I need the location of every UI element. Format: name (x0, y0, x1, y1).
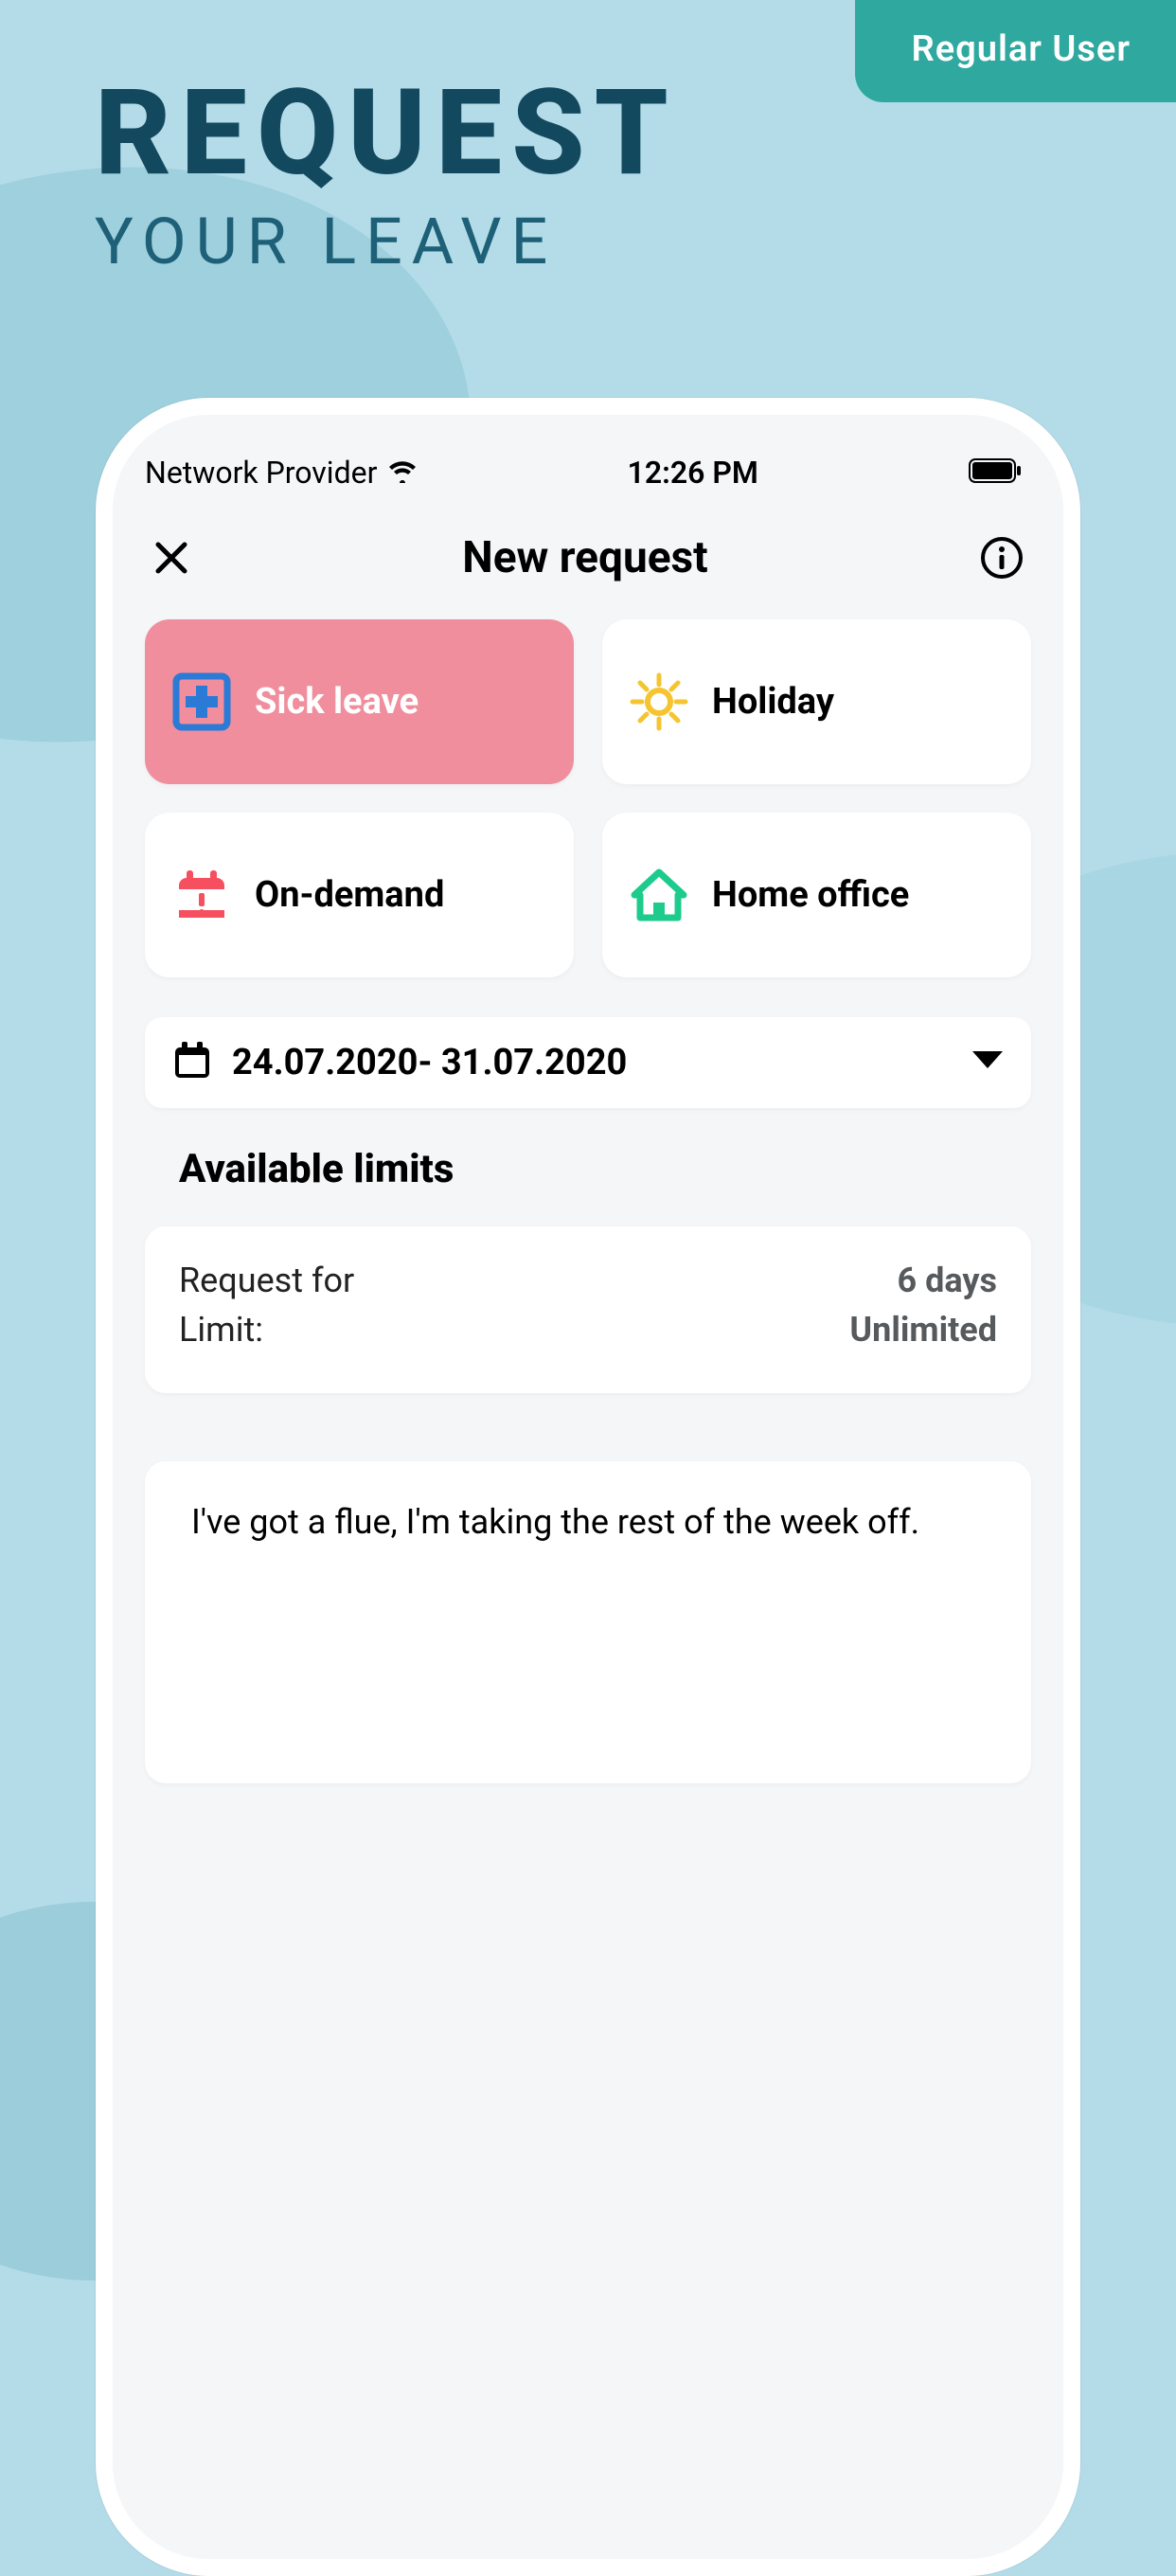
leave-type-holiday[interactable]: Holiday (602, 619, 1031, 784)
info-icon[interactable] (980, 536, 1024, 580)
request-for-label: Request for (179, 1261, 354, 1300)
limit-label: Limit: (179, 1310, 263, 1350)
reason-card (145, 1461, 1031, 1783)
page-title: New request (462, 532, 708, 583)
leave-type-ondemand[interactable]: On-demand (145, 813, 574, 977)
battery-icon (969, 455, 1022, 491)
leave-type-label: Holiday (712, 681, 834, 723)
carrier-label: Network Provider (145, 455, 377, 491)
chevron-down-icon (971, 1049, 1005, 1076)
leave-type-homeoffice[interactable]: Home office (602, 813, 1031, 977)
status-bar: Network Provider 12:26 PM (145, 447, 1031, 517)
leave-type-label: On-demand (255, 874, 444, 916)
limit-value: Unlimited (849, 1310, 997, 1350)
close-icon[interactable] (152, 539, 190, 577)
promo-title-light: YOUR LEAVE (95, 204, 678, 279)
promo-heading: REQUEST YOUR LEAVE (95, 74, 678, 279)
date-range-text: 24.07.2020- 31.07.2020 (232, 1042, 952, 1083)
sun-icon (629, 671, 689, 732)
limits-card: Request for 6 days Limit: Unlimited (145, 1226, 1031, 1393)
leave-type-label: Home office (712, 874, 909, 916)
promo-title-bold: REQUEST (95, 74, 678, 192)
limits-heading: Available limits (145, 1146, 1031, 1192)
medical-cross-icon (171, 671, 232, 732)
reason-input[interactable] (183, 1499, 993, 1591)
calendar-alert-icon (171, 865, 232, 925)
wifi-icon (388, 455, 417, 491)
status-time: 12:26 PM (628, 455, 758, 491)
request-for-value: 6 days (898, 1261, 998, 1300)
date-range-picker[interactable]: 24.07.2020- 31.07.2020 (145, 1017, 1031, 1108)
calendar-icon (171, 1040, 213, 1085)
user-type-badge: Regular User (855, 0, 1176, 102)
phone-frame: Network Provider 12:26 PM New request (96, 398, 1080, 2576)
house-icon (629, 865, 689, 925)
leave-type-label: Sick leave (255, 681, 419, 723)
leave-type-sick[interactable]: Sick leave (145, 619, 574, 784)
